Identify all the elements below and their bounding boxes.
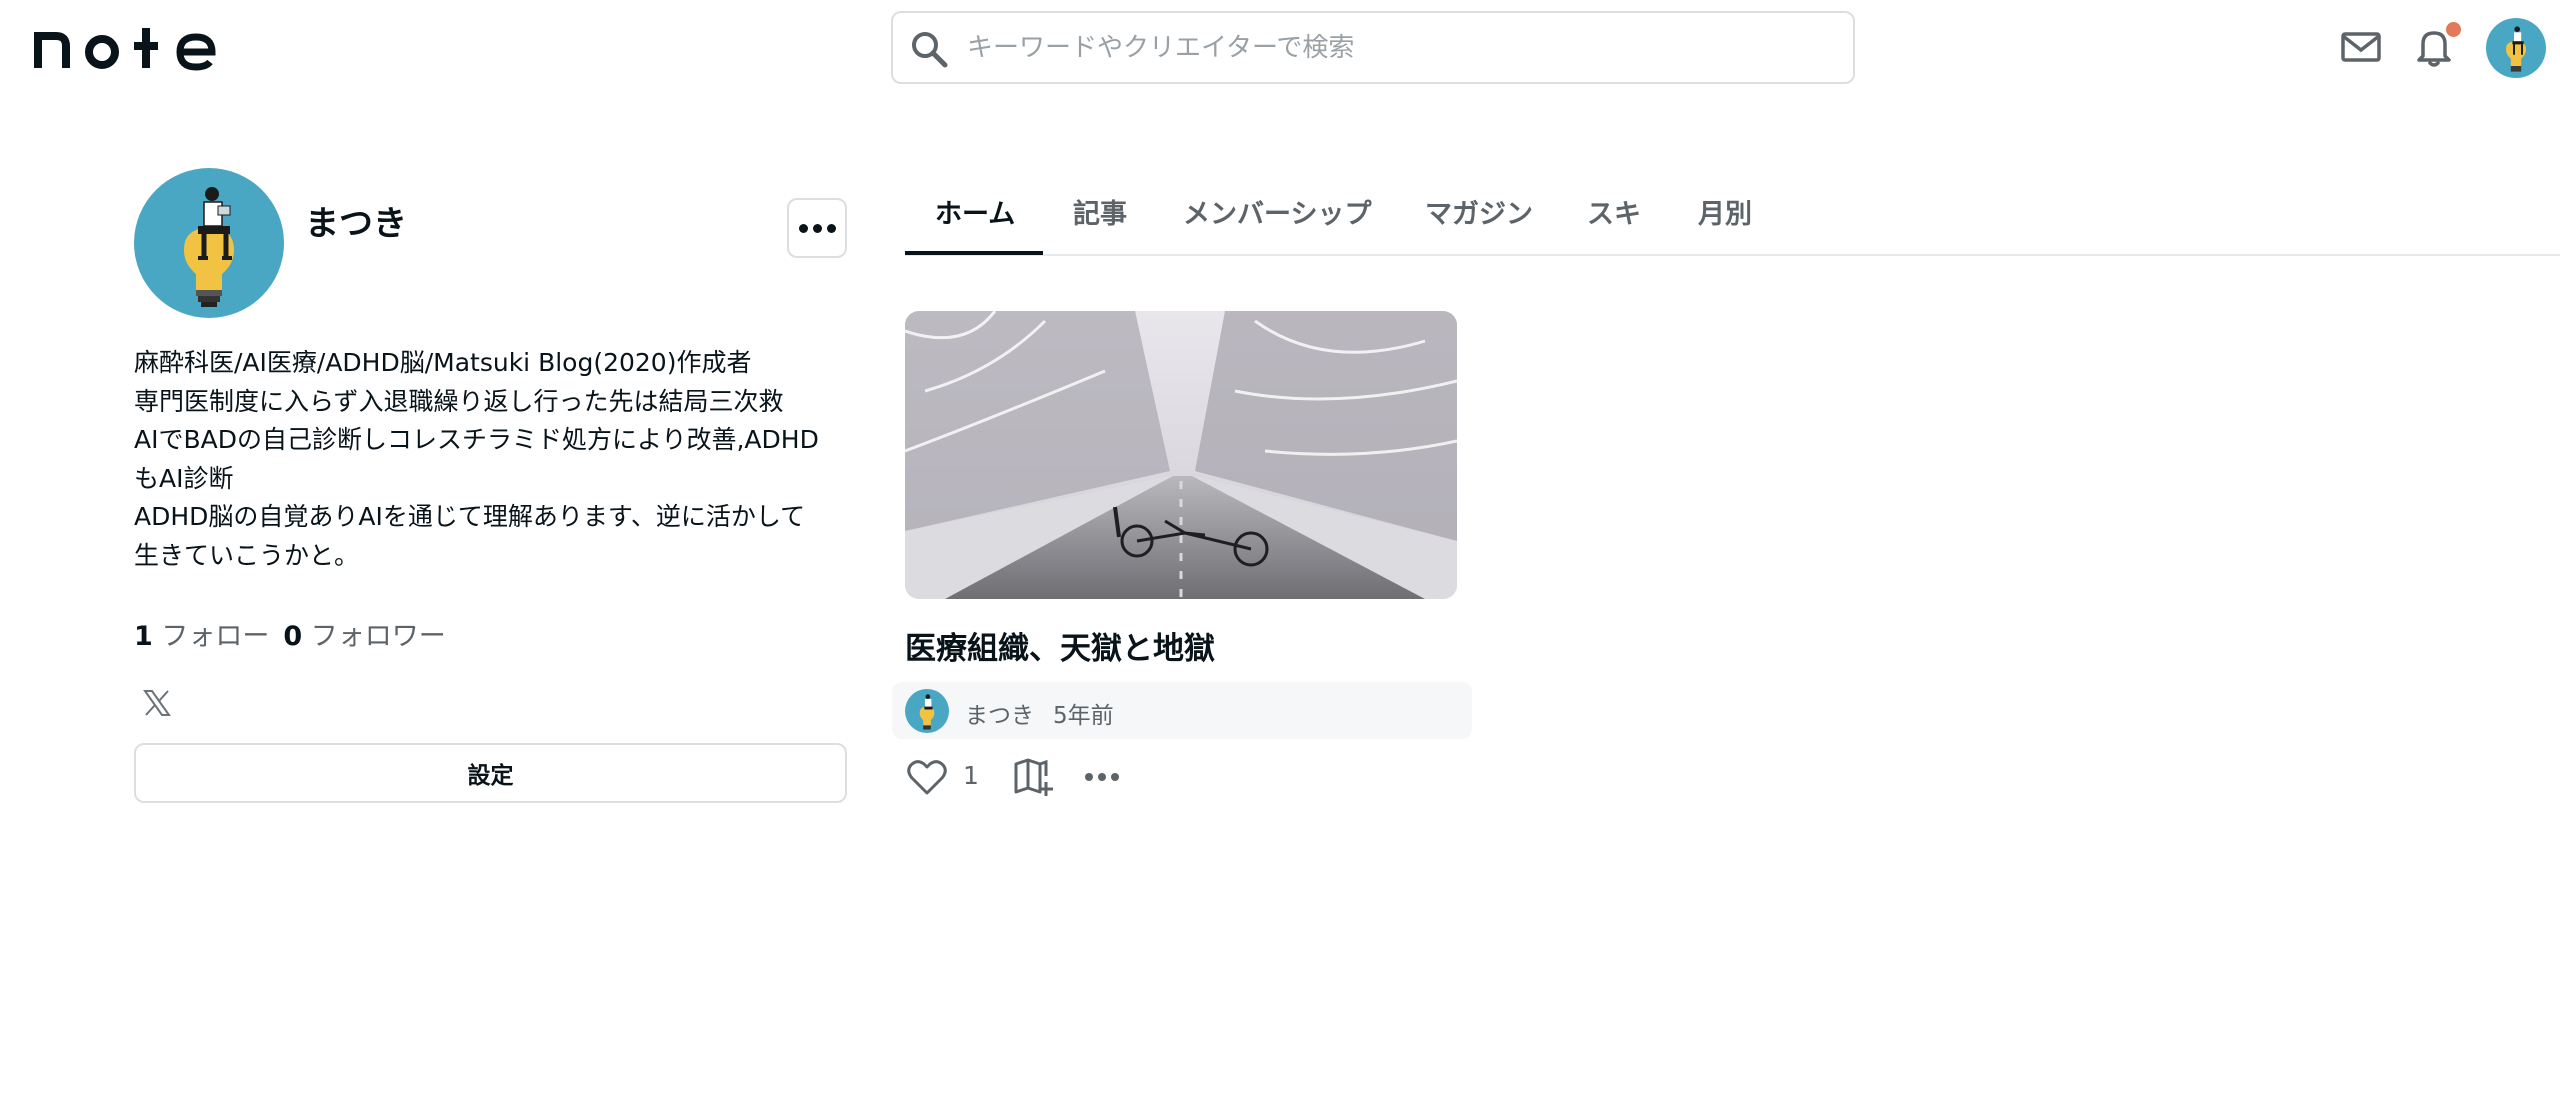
magazine-add-icon[interactable]: [1012, 756, 1056, 798]
more-dots-icon: [798, 223, 808, 233]
bio-line: 麻酔科医/AI医療/ADHD脳/Matsuki Blog(2020)作成者: [134, 348, 752, 377]
tab-home[interactable]: ホーム: [935, 192, 1015, 231]
bio-line: ADHD脳の自覚ありAIを通じて理解あります、逆に活かして: [134, 502, 806, 531]
note-logo[interactable]: note: [34, 20, 218, 72]
followers-count: 0: [283, 621, 303, 652]
user-avatar[interactable]: [2486, 18, 2546, 78]
heart-icon[interactable]: [906, 757, 948, 797]
active-tab-indicator: [905, 251, 1043, 255]
profile-name: まつき: [305, 204, 407, 244]
mail-icon[interactable]: [2338, 24, 2384, 70]
tab-magazine[interactable]: マガジン: [1425, 192, 1533, 231]
profile-more-button[interactable]: [787, 198, 847, 258]
like-count: 1: [963, 761, 979, 790]
followers-label: フォロワー: [310, 621, 446, 652]
settings-button[interactable]: 設定: [134, 743, 847, 803]
article-title[interactable]: 医療組織、天獄と地獄: [905, 623, 1215, 668]
x-twitter-icon[interactable]: [142, 688, 172, 718]
profile-avatar[interactable]: [134, 168, 284, 318]
search-box[interactable]: [891, 11, 1855, 84]
following-count: 1: [134, 621, 153, 652]
notification-badge: [2446, 22, 2461, 37]
article-thumbnail[interactable]: [905, 311, 1457, 599]
avatar-illustration-icon: [905, 689, 949, 733]
snowy-road-image: [905, 311, 1457, 599]
search-input[interactable]: [967, 25, 1827, 71]
more-dots-icon: [826, 223, 836, 233]
bio-line: AIでBADの自己診断しコレスチラミド処方により改善,ADHD: [134, 425, 819, 454]
profile-bio: 麻酔科医/AI医療/ADHD脳/Matsuki Blog(2020)作成者 専門…: [134, 344, 854, 575]
more-dots-icon: [812, 223, 822, 233]
follow-stats: 1 フォロー 0 フォロワー: [134, 614, 460, 653]
bio-line: 専門医制度に入らず入退職繰り返し行った先は結局三次救: [134, 386, 784, 416]
following-link[interactable]: 1 フォロー: [134, 621, 283, 652]
more-dots-icon: [1111, 773, 1119, 781]
tab-likes[interactable]: スキ: [1587, 192, 1641, 231]
article-timestamp: 5年前: [1053, 703, 1114, 729]
search-icon: [912, 32, 948, 68]
avatar-illustration-icon: [2486, 18, 2546, 78]
more-dots-icon: [1098, 773, 1106, 781]
following-label: フォロー: [161, 621, 270, 652]
more-dots-icon: [1085, 773, 1093, 781]
profile-tabs: ホーム 記事 メンバーシップ マガジン スキ 月別: [905, 170, 2560, 256]
followers-link[interactable]: 0 フォロワー: [283, 621, 459, 652]
bio-line: 生きていこうかと。: [134, 540, 360, 570]
tab-monthly[interactable]: 月別: [1698, 192, 1752, 231]
article-author-strip[interactable]: まつき 5年前: [892, 682, 1472, 739]
tab-articles[interactable]: 記事: [1073, 192, 1127, 231]
article-more-button[interactable]: [1085, 766, 1123, 788]
site-header: note: [0, 0, 2560, 94]
author-name[interactable]: まつき: [965, 696, 1034, 730]
author-avatar[interactable]: [905, 689, 949, 733]
tab-membership[interactable]: メンバーシップ: [1183, 192, 1371, 231]
avatar-illustration-icon: [134, 168, 284, 318]
bio-line: もAI診断: [134, 463, 234, 493]
